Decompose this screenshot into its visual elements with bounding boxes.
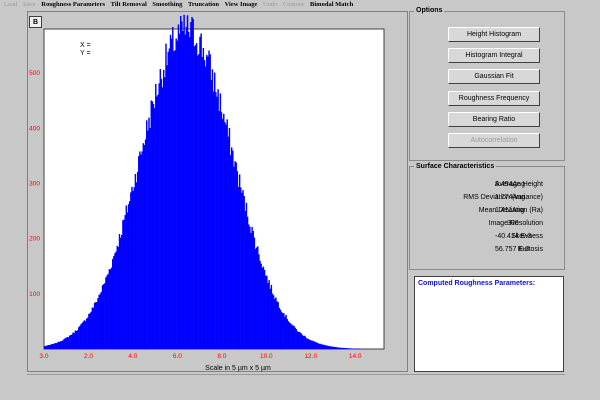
mean-deviation-value: 1.411Ang [495, 207, 525, 214]
surface-characteristics-title: Surface Characteristics [414, 163, 497, 170]
height-histogram-button[interactable]: Height Histogram [448, 27, 540, 42]
x-tick-label: 2.0 [84, 353, 93, 360]
y-tick-label: 300 [29, 180, 40, 187]
histogram-integral-button[interactable]: Histogram Integral [448, 48, 540, 63]
cursor-y-label: Y = [80, 50, 91, 57]
image-resolution-value: 300 [507, 220, 519, 227]
cursor-x-label: X = [80, 42, 91, 49]
x-tick-label: 8.0 [217, 353, 226, 360]
bearing-ratio-button[interactable]: Bearing Ratio [448, 112, 540, 127]
x-tick-label: 4.0 [128, 353, 137, 360]
computed-roughness-title: Computed Roughness Parameters: [418, 280, 536, 287]
chart-b-button[interactable]: B [29, 16, 42, 28]
x-axis-ticks: 3.0 2.0 4.0 6.0 8.0 10.0 12.0 14.0 [39, 353, 361, 360]
computed-roughness-box: Computed Roughness Parameters: [414, 276, 564, 372]
x-tick-label: 10.0 [260, 353, 273, 360]
autocorrelation-button[interactable]: Autocorrelation [448, 133, 540, 148]
gaussian-fit-button[interactable]: Gaussian Fit [448, 69, 540, 84]
x-tick-label: 3.0 [39, 353, 48, 360]
kurtosis-value: 56.757 E-3 [495, 246, 530, 253]
y-tick-label: 200 [29, 236, 40, 243]
rms-deviation-value: 1.774Ang [495, 194, 525, 201]
status-bar [27, 374, 565, 396]
options-title: Options [414, 7, 445, 14]
x-tick-label: 14.0 [349, 353, 362, 360]
x-tick-label: 12.0 [304, 353, 317, 360]
y-tick-label: 100 [29, 291, 40, 298]
average-height-value: 8.454Ang [495, 181, 525, 188]
x-axis-label: Scale in 5 µm x 5 µm [205, 365, 271, 372]
skewness-value: -40.414 E-3 [495, 233, 532, 240]
y-tick-label: 500 [29, 70, 40, 77]
roughness-frequency-button[interactable]: Roughness Frequency [448, 91, 540, 106]
y-axis-ticks: 100 200 300 400 500 [29, 70, 40, 298]
cursor-readout: X = Y = [80, 42, 91, 58]
x-tick-label: 6.0 [173, 353, 182, 360]
y-tick-label: 400 [29, 125, 40, 132]
